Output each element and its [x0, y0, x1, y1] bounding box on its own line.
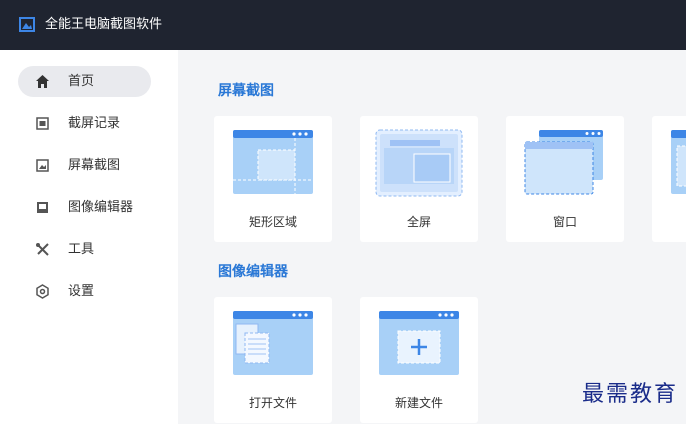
rect-region-card[interactable]: 矩形区域: [214, 116, 332, 242]
sidebar-item-settings[interactable]: 设置: [18, 276, 151, 307]
tools-icon: [36, 243, 49, 256]
home-icon: [36, 75, 49, 88]
new-file-card[interactable]: 新建文件: [360, 297, 478, 423]
settings-icon: [36, 284, 49, 299]
card-label: 窗口: [552, 215, 577, 229]
sidebar-item-tools[interactable]: 工具: [18, 234, 151, 265]
card-label: 矩形区域: [248, 215, 297, 229]
sidebar-item-label: 屏幕截图: [68, 158, 121, 173]
sidebar-item-label: 设置: [68, 284, 95, 299]
sidebar-item-label: 图像编辑器: [68, 200, 134, 215]
sidebar-item-screenshot[interactable]: 屏幕截图: [18, 150, 151, 181]
section-title-editor: 图像编辑器: [218, 264, 288, 280]
scroll-window-icon: [671, 130, 686, 194]
new-file-icon: [379, 311, 459, 375]
main-content: 屏幕截图 矩形区域 全屏 窗口 图像编辑器 打开文件 新建文件: [178, 50, 686, 424]
app-title: 全能王电脑截图软件: [45, 17, 163, 32]
sidebar-item-home[interactable]: 首页: [18, 66, 151, 97]
open-file-icon: [233, 311, 313, 375]
card-label: 全屏: [406, 215, 431, 229]
scroll-window-card[interactable]: [652, 116, 686, 242]
fullscreen-card[interactable]: 全屏: [360, 116, 478, 242]
image-edit-icon: [37, 202, 48, 213]
sidebar-item-label: 首页: [68, 74, 95, 89]
window-icon: [524, 130, 603, 195]
rect-region-icon: [233, 130, 313, 194]
card-label: 打开文件: [248, 396, 297, 410]
open-file-card[interactable]: 打开文件: [214, 297, 332, 423]
fullscreen-icon: [375, 129, 463, 197]
window-card[interactable]: 窗口: [506, 116, 624, 242]
sidebar-item-history[interactable]: 截屏记录: [18, 108, 151, 139]
sidebar-item-image-editor[interactable]: 图像编辑器: [18, 192, 151, 223]
section-title-screenshot: 屏幕截图: [218, 83, 274, 99]
watermark: 最需教育: [581, 382, 678, 407]
card-label: 新建文件: [394, 396, 443, 410]
sidebar: 首页 截屏记录 屏幕截图 图像编辑器 工具 设置: [0, 50, 178, 424]
history-icon: [36, 117, 49, 130]
screenshot-icon: [36, 159, 49, 172]
title-bar: 全能王电脑截图软件: [0, 0, 686, 50]
sidebar-item-label: 截屏记录: [68, 116, 121, 131]
sidebar-item-label: 工具: [68, 242, 95, 257]
image-frame-icon: [19, 17, 35, 32]
